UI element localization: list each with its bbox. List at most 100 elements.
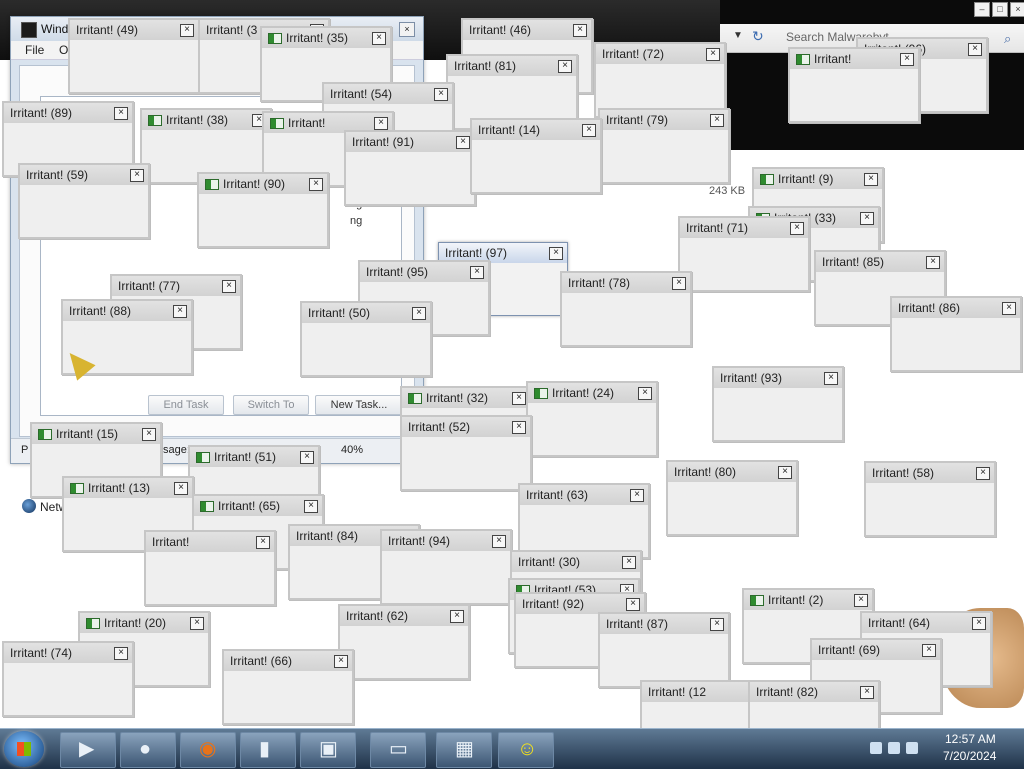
- irritant-titlebar[interactable]: Irritant! (54) ×: [324, 84, 452, 104]
- close-icon[interactable]: ×: [549, 247, 563, 260]
- irritant-titlebar[interactable]: Irritant! (77) ×: [112, 276, 240, 296]
- close-icon[interactable]: ×: [860, 212, 874, 225]
- irritant-titlebar[interactable]: Irritant! (50) ×: [302, 303, 430, 323]
- irritant-window[interactable]: Irritant! (74) ×: [2, 641, 134, 717]
- irritant-titlebar[interactable]: Irritant! (66) ×: [224, 651, 352, 671]
- network-icon[interactable]: [22, 499, 36, 513]
- irritant-titlebar[interactable]: Irritant! (63) ×: [520, 485, 648, 505]
- irritant-titlebar[interactable]: Irritant! (59) ×: [20, 165, 148, 185]
- irritant-window[interactable]: Irritant! ×: [144, 530, 276, 606]
- close-icon[interactable]: ×: [976, 467, 990, 480]
- close-icon[interactable]: ×: [372, 32, 386, 45]
- irritant-titlebar[interactable]: Irritant! (13) ×: [64, 478, 192, 498]
- close-icon[interactable]: ×: [778, 466, 792, 479]
- irritant-titlebar[interactable]: Irritant! (9) ×: [754, 169, 882, 189]
- maximize-button[interactable]: □: [992, 2, 1008, 17]
- close-icon[interactable]: ×: [710, 114, 724, 127]
- irritant-titlebar[interactable]: Irritant! (14) ×: [472, 120, 600, 140]
- minimize-button[interactable]: –: [974, 2, 990, 17]
- close-icon[interactable]: ×: [450, 610, 464, 623]
- irritant-titlebar[interactable]: Irritant! (82) ×: [750, 682, 878, 702]
- irritant-titlebar[interactable]: Irritant! (49) ×: [70, 20, 198, 40]
- clock-date[interactable]: 7/20/2024: [943, 749, 996, 763]
- refresh-icon[interactable]: ↻: [752, 28, 764, 45]
- irritant-titlebar[interactable]: Irritant! (89) ×: [4, 103, 132, 123]
- irritant-titlebar[interactable]: Irritant! (95) ×: [360, 262, 488, 282]
- irritant-titlebar[interactable]: Irritant! (87) ×: [600, 614, 728, 634]
- irritant-window[interactable]: Irritant! (79) ×: [598, 108, 730, 184]
- irritant-window[interactable]: Irritant! (66) ×: [222, 649, 354, 725]
- taskbar-button[interactable]: ▣: [300, 732, 356, 768]
- taskbar-button[interactable]: ◉: [180, 732, 236, 768]
- close-icon[interactable]: ×: [706, 48, 720, 61]
- dropdown-arrow-icon[interactable]: ▼: [733, 30, 743, 41]
- close-icon[interactable]: ×: [174, 482, 188, 495]
- irritant-titlebar[interactable]: Irritant! (80) ×: [668, 462, 796, 482]
- close-icon[interactable]: ×: [434, 88, 448, 101]
- close-button[interactable]: ×: [399, 22, 415, 37]
- irritant-window[interactable]: Irritant! (24) ×: [526, 381, 658, 457]
- close-icon[interactable]: ×: [672, 277, 686, 290]
- irritant-titlebar[interactable]: Irritant! (92) ×: [516, 594, 644, 614]
- close-icon[interactable]: ×: [114, 107, 128, 120]
- close-icon[interactable]: ×: [190, 617, 204, 630]
- close-icon[interactable]: ×: [256, 536, 270, 549]
- irritant-titlebar[interactable]: Irritant! (62) ×: [340, 606, 468, 626]
- irritant-titlebar[interactable]: Irritant! ×: [790, 49, 918, 69]
- close-icon[interactable]: ×: [626, 598, 640, 611]
- irritant-window[interactable]: Irritant! (63) ×: [518, 483, 650, 559]
- close-icon[interactable]: ×: [173, 305, 187, 318]
- close-icon[interactable]: ×: [710, 618, 724, 631]
- close-icon[interactable]: ×: [130, 169, 144, 182]
- irritant-titlebar[interactable]: Irritant! (35) ×: [262, 28, 390, 48]
- irritant-titlebar[interactable]: Irritant! (24) ×: [528, 383, 656, 403]
- irritant-titlebar[interactable]: Irritant! (90) ×: [199, 174, 327, 194]
- search-icon[interactable]: ⌕: [1004, 31, 1011, 47]
- clock-time[interactable]: 12:57 AM: [945, 732, 996, 746]
- irritant-titlebar[interactable]: Irritant! (86) ×: [892, 298, 1020, 318]
- irritant-window[interactable]: Irritant! (93) ×: [712, 366, 844, 442]
- close-icon[interactable]: ×: [630, 489, 644, 502]
- close-icon[interactable]: ×: [114, 647, 128, 660]
- menu-file[interactable]: File: [25, 43, 44, 57]
- irritant-window[interactable]: Irritant! (80) ×: [666, 460, 798, 536]
- close-icon[interactable]: ×: [492, 535, 506, 548]
- close-icon[interactable]: ×: [854, 594, 868, 607]
- irritant-titlebar[interactable]: Irritant! (85) ×: [816, 252, 944, 272]
- close-button[interactable]: ×: [1010, 2, 1024, 17]
- irritant-titlebar[interactable]: Irritant! (81) ×: [448, 56, 576, 76]
- irritant-window[interactable]: Irritant! ×: [788, 47, 920, 123]
- irritant-window[interactable]: Irritant! (86) ×: [890, 296, 1022, 372]
- irritant-window[interactable]: Irritant! (78) ×: [560, 271, 692, 347]
- close-icon[interactable]: ×: [456, 136, 470, 149]
- close-icon[interactable]: ×: [824, 372, 838, 385]
- taskbar-button[interactable]: ▭: [370, 732, 426, 768]
- irritant-titlebar[interactable]: Irritant! (64) ×: [862, 613, 990, 633]
- close-icon[interactable]: ×: [790, 222, 804, 235]
- switch-to-button[interactable]: Switch To: [233, 395, 309, 415]
- irritant-window[interactable]: Irritant! (90) ×: [197, 172, 329, 248]
- irritant-titlebar[interactable]: Irritant! (69) ×: [812, 640, 940, 660]
- irritant-titlebar[interactable]: Irritant! (20) ×: [80, 613, 208, 633]
- close-icon[interactable]: ×: [573, 24, 587, 37]
- close-icon[interactable]: ×: [926, 256, 940, 269]
- irritant-titlebar[interactable]: Irritant! (32) ×: [402, 388, 530, 408]
- close-icon[interactable]: ×: [972, 617, 986, 630]
- taskbar-button[interactable]: ●: [120, 732, 176, 768]
- menu-options[interactable]: O: [59, 43, 68, 57]
- irritant-titlebar[interactable]: Irritant! (88) ×: [63, 301, 191, 321]
- close-icon[interactable]: ×: [968, 43, 982, 56]
- irritant-titlebar[interactable]: Irritant! ×: [146, 532, 274, 552]
- taskbar-button[interactable]: ▮: [240, 732, 296, 768]
- close-icon[interactable]: ×: [860, 686, 874, 699]
- close-icon[interactable]: ×: [180, 24, 194, 37]
- irritant-window[interactable]: Irritant! (50) ×: [300, 301, 432, 377]
- irritant-titlebar[interactable]: Irritant! (78) ×: [562, 273, 690, 293]
- irritant-titlebar[interactable]: Irritant! (52) ×: [402, 417, 530, 437]
- close-icon[interactable]: ×: [374, 117, 388, 130]
- close-icon[interactable]: ×: [222, 280, 236, 293]
- irritant-titlebar[interactable]: Irritant! (2) ×: [744, 590, 872, 610]
- close-icon[interactable]: ×: [512, 421, 526, 434]
- close-icon[interactable]: ×: [1002, 302, 1016, 315]
- irritant-window[interactable]: Irritant! (59) ×: [18, 163, 150, 239]
